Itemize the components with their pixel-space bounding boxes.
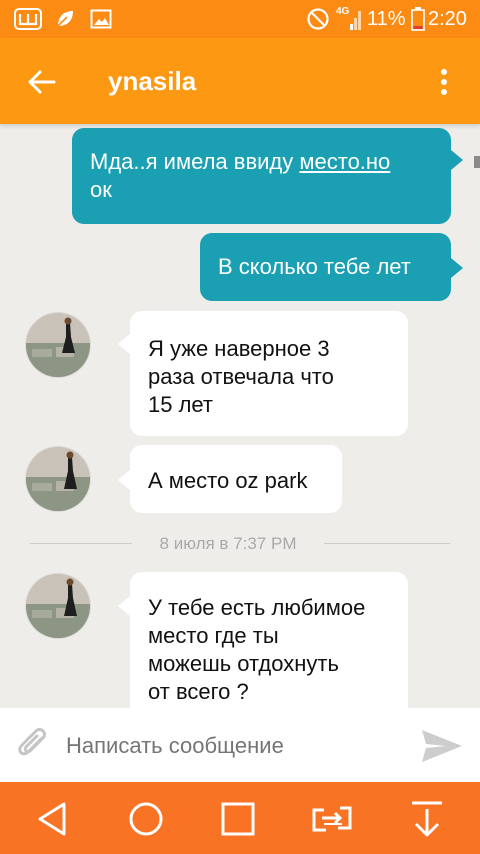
- bubble-tail: [451, 150, 463, 170]
- message-text-line: раза отвечала что: [148, 364, 334, 389]
- avatar[interactable]: [26, 574, 90, 638]
- message-text: А место oz park: [148, 468, 308, 493]
- message-text-line: Я уже наверное 3: [148, 336, 330, 361]
- avatar[interactable]: [26, 313, 90, 377]
- do-not-disturb-icon: [306, 7, 330, 36]
- recents-square-icon: [221, 802, 255, 836]
- message-text-line: место где ты: [148, 623, 279, 648]
- message-text-line: от всего ?: [148, 679, 249, 704]
- message-text: В сколько тебе лет: [218, 254, 411, 279]
- message-bubble-incoming[interactable]: Я уже наверное 3 раза отвечала что 15 ле…: [130, 311, 408, 436]
- page-title: ynasila: [108, 66, 197, 96]
- battery-icon: [411, 7, 425, 36]
- switch-app-icon: [312, 806, 352, 832]
- nav-back-button[interactable]: [34, 800, 74, 838]
- message-input[interactable]: [64, 728, 408, 764]
- download-arrow-icon: [412, 801, 442, 837]
- message-bubble-incoming[interactable]: У тебе есть любимое место где ты можешь …: [130, 572, 408, 708]
- home-circle-icon: [129, 802, 163, 836]
- scroll-indicator: [474, 156, 480, 168]
- network-type: 4G: [336, 6, 350, 17]
- back-button[interactable]: [24, 64, 60, 100]
- avatar-photo: [26, 447, 90, 511]
- message-text-line: ок: [90, 177, 112, 202]
- message-text-line: 15 лет: [148, 392, 214, 417]
- message-bubble-incoming[interactable]: А место oz park: [130, 445, 342, 513]
- message-text: Мда..я имела ввиду место.но: [90, 148, 433, 176]
- avatar-photo: [26, 313, 90, 377]
- send-button[interactable]: [420, 728, 464, 764]
- app-w-icon: [14, 8, 42, 35]
- attach-button[interactable]: [14, 726, 52, 764]
- message-bubble-outgoing[interactable]: В сколько тебе лет: [200, 233, 451, 301]
- message-composer: [0, 708, 480, 782]
- avatar-photo: [26, 574, 90, 638]
- send-icon: [422, 730, 462, 762]
- bubble-tail: [118, 596, 130, 616]
- bubble-tail: [118, 470, 130, 490]
- more-vertical-icon: [441, 69, 447, 95]
- nav-home-button[interactable]: [126, 799, 166, 839]
- nav-switch-app-button[interactable]: [310, 800, 354, 838]
- status-bar: 4G 11% 2:20: [0, 0, 480, 38]
- bubble-tail: [451, 258, 463, 278]
- message-text-prefix: Мда..я имела ввиду: [90, 149, 300, 174]
- battery-percent: 11%: [367, 8, 406, 30]
- menu-button[interactable]: [430, 64, 458, 100]
- bubble-tail: [118, 334, 130, 354]
- back-triangle-icon: [38, 802, 66, 836]
- divider-line-left: [30, 543, 132, 544]
- nav-recents-button[interactable]: [220, 801, 256, 837]
- app-bar: ynasila: [0, 38, 480, 124]
- navigation-bar: [0, 782, 480, 854]
- nav-download-button[interactable]: [408, 799, 446, 839]
- message-list[interactable]: Мда..я имела ввиду место.но ок В сколько…: [0, 124, 480, 708]
- message-link[interactable]: место.но: [299, 149, 390, 174]
- message-text-line: У тебе есть любимое: [148, 595, 366, 620]
- leaf-icon: [54, 8, 76, 35]
- clock: 2:20: [428, 8, 467, 30]
- message-text-line: можешь отдохнуть: [148, 651, 339, 676]
- message-bubble-outgoing[interactable]: Мда..я имела ввиду место.но ок: [72, 128, 451, 224]
- arrow-left-icon: [28, 70, 56, 94]
- paperclip-icon: [18, 728, 46, 756]
- divider-line-right: [324, 543, 450, 544]
- image-icon: [90, 8, 112, 35]
- date-divider: 8 июля в 7:37 PM: [159, 534, 297, 553]
- avatar[interactable]: [26, 447, 90, 511]
